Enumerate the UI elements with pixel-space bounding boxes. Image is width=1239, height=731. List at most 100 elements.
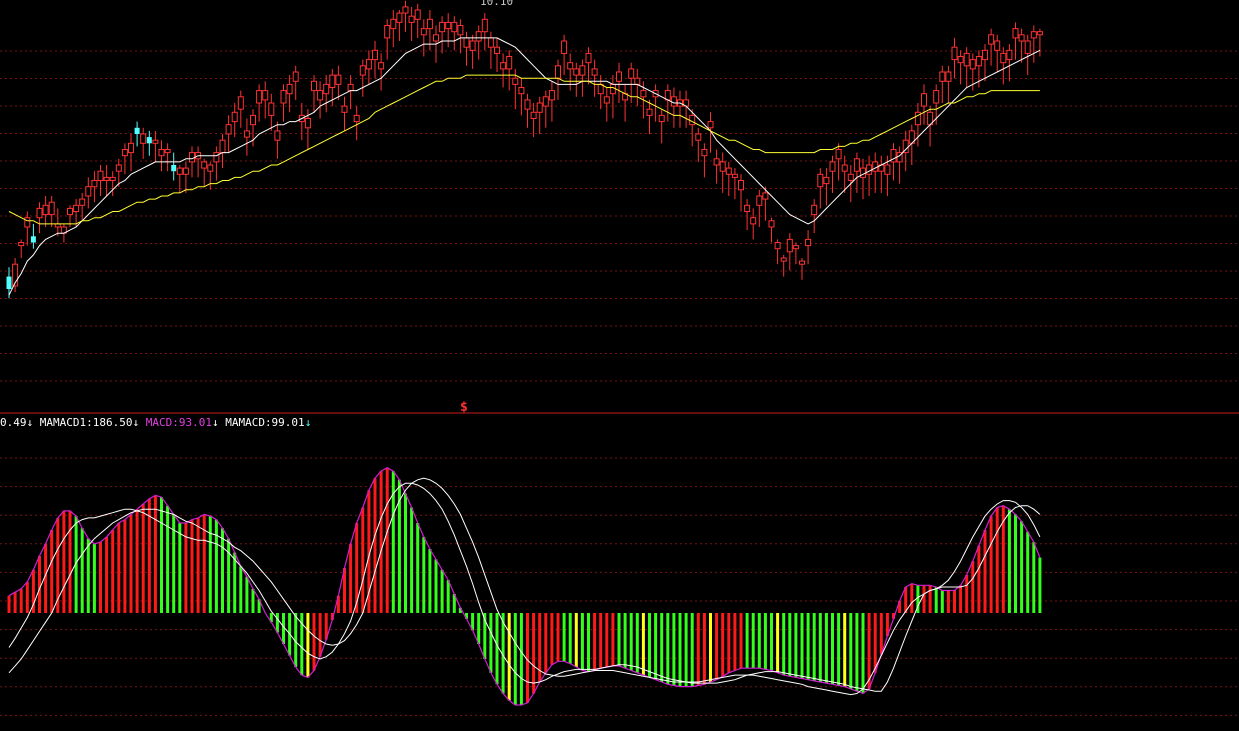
candle-body xyxy=(158,149,165,157)
candle-body xyxy=(524,99,531,110)
candle-body xyxy=(982,49,988,61)
candle-body xyxy=(811,204,818,216)
candle-body xyxy=(323,83,330,95)
candle-body xyxy=(463,37,470,48)
candle-body xyxy=(707,121,714,129)
candle-body xyxy=(79,198,86,206)
candle-body xyxy=(146,137,152,144)
candle-body xyxy=(670,96,677,107)
candle-body xyxy=(585,52,592,64)
candle-body xyxy=(304,118,311,129)
candle-body xyxy=(268,102,275,116)
candle-body xyxy=(1024,40,1031,54)
candle-body xyxy=(73,204,80,213)
candle-body xyxy=(396,12,403,23)
candle-body xyxy=(176,167,183,175)
candle-body xyxy=(695,133,702,141)
candle-body xyxy=(286,83,293,95)
candle-body xyxy=(731,173,738,178)
candle-body xyxy=(1000,52,1007,64)
candle-body xyxy=(750,217,757,225)
candle-body xyxy=(335,74,342,85)
candle-body xyxy=(988,34,995,45)
candle-body xyxy=(860,167,866,178)
candle-body xyxy=(274,130,281,141)
candle-body xyxy=(30,236,36,243)
candle-body xyxy=(969,59,976,70)
candle-body xyxy=(384,25,391,39)
candle-body xyxy=(262,90,269,101)
candle-body xyxy=(799,260,805,265)
candle-body xyxy=(780,257,787,262)
candle-body xyxy=(134,127,140,134)
candle-body xyxy=(231,111,238,123)
candle-body xyxy=(152,139,159,144)
candle-body xyxy=(457,25,464,36)
candle-body xyxy=(250,114,256,126)
candle-body xyxy=(140,133,147,144)
candle-body xyxy=(744,204,751,213)
candle-body xyxy=(171,165,177,172)
candle-body xyxy=(317,90,324,101)
candle-body xyxy=(603,96,610,104)
legend-item-mamacd1: MAMACD1:186.50 xyxy=(39,416,133,429)
candle-body xyxy=(884,164,891,175)
macd-histogram xyxy=(7,467,1042,705)
candle-body xyxy=(256,90,263,104)
candle-body xyxy=(957,56,964,64)
macd-line xyxy=(8,467,1041,706)
candle-body xyxy=(1036,31,1043,36)
candle-body xyxy=(945,71,952,82)
candle-body xyxy=(823,176,830,185)
candle-body xyxy=(243,130,250,138)
candle-body xyxy=(109,176,116,181)
candle-body xyxy=(640,90,647,98)
candle-body xyxy=(445,21,452,30)
candle-body xyxy=(933,90,940,104)
candle-body xyxy=(451,21,458,33)
candle-body xyxy=(67,207,73,216)
candle-body xyxy=(536,102,543,113)
indicator-legend: 0.49↓ MAMACD1:186.50↓ MACD:93.01↓ MAMACD… xyxy=(0,416,311,430)
candle-body xyxy=(512,77,519,85)
candle-body xyxy=(835,149,842,160)
candle-body xyxy=(225,124,232,135)
candle-body xyxy=(481,18,488,33)
candle-body xyxy=(872,161,879,172)
candle-body xyxy=(414,9,421,20)
candle-body xyxy=(341,105,348,113)
candle-body xyxy=(1012,28,1019,39)
legend-item-0: 0.49 xyxy=(0,416,27,429)
candle-body xyxy=(994,40,1001,51)
candle-body xyxy=(219,139,226,154)
candle-body xyxy=(567,62,574,70)
candle-body xyxy=(768,220,775,228)
candle-body xyxy=(182,167,189,175)
candle-body xyxy=(408,15,415,23)
candle-body xyxy=(829,161,836,172)
candle-body xyxy=(701,149,708,157)
candle-body xyxy=(609,83,616,95)
candle-body xyxy=(372,49,378,61)
candle-body xyxy=(921,93,927,107)
candle-body xyxy=(579,65,586,76)
dollar-marker: $ xyxy=(460,400,468,415)
candle-body xyxy=(805,238,812,247)
candle-body xyxy=(847,173,854,182)
candle-body xyxy=(841,164,848,172)
candle-body xyxy=(1018,34,1025,42)
legend-item-macd: MACD:93.01 xyxy=(145,416,212,429)
candle-body xyxy=(628,68,635,79)
candle-body xyxy=(561,40,568,54)
candle-body xyxy=(329,74,336,88)
candle-body xyxy=(353,114,360,123)
candle-body xyxy=(347,83,354,92)
candle-body xyxy=(634,77,641,85)
candle-body xyxy=(97,170,104,181)
legend-separator: ↓ xyxy=(26,416,34,429)
candle-body xyxy=(530,111,537,120)
candle-body xyxy=(689,114,696,126)
candle-body xyxy=(85,186,92,197)
candle-body xyxy=(518,87,525,95)
candle-body xyxy=(1006,49,1013,61)
